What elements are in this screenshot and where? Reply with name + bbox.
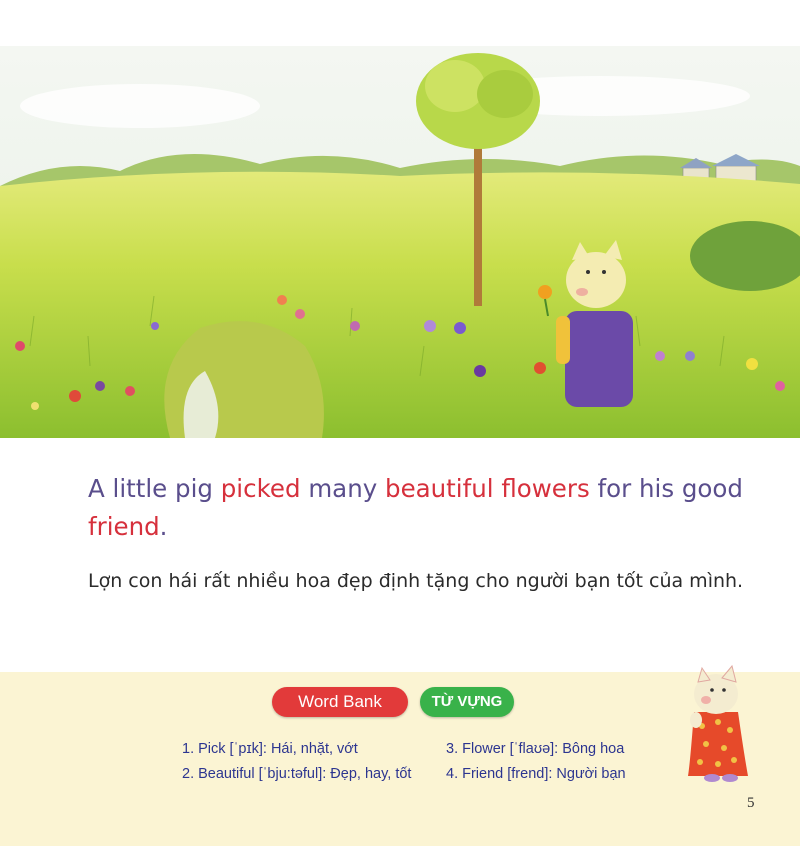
story-en-seg: . xyxy=(159,512,168,541)
page-number: 5 xyxy=(747,795,755,811)
word-bank-label: Word Bank xyxy=(272,687,408,717)
meadow-illustration xyxy=(0,46,800,438)
story-vietnamese: Lợn con hái rất nhiều hoa đẹp định tặng … xyxy=(88,570,744,592)
story-en-seg: many xyxy=(300,474,386,503)
story-en-seg-highlight: beautiful flowers xyxy=(385,474,590,503)
story-english: A little pig picked many beautiful flowe… xyxy=(88,470,768,546)
story-en-seg-highlight: picked xyxy=(220,474,301,503)
small-pig-illustration xyxy=(688,664,748,782)
vocab-item-1: 1. Pick [ˈpɪk]: Hái, nhặt, vớt xyxy=(182,741,358,757)
vocab-item-3: 3. Flower [ˈflaʊə]: Bông hoa xyxy=(446,741,625,757)
vocab-item-4: 4. Friend [frend]: Người bạn xyxy=(446,766,626,782)
story-en-seg: for his good xyxy=(589,474,743,503)
story-en-seg-highlight: friend xyxy=(88,512,160,541)
vocab-item-2: 2. Beautiful [ˈbju:təful]: Đẹp, hay, tốt xyxy=(182,766,412,782)
story-en-seg: A little pig xyxy=(88,474,221,503)
tu-vung-label: TỪ VỰNG xyxy=(420,687,514,717)
